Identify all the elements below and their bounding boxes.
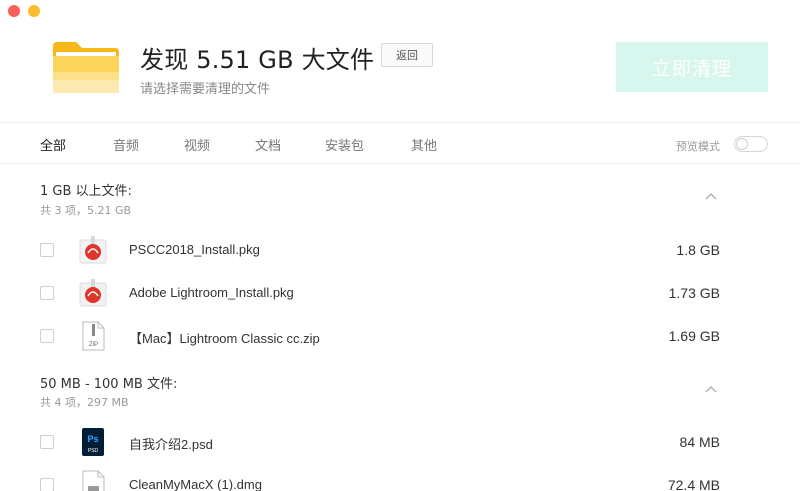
file-name: Adobe Lightroom_Install.pkg xyxy=(129,285,294,300)
file-name: PSCC2018_Install.pkg xyxy=(129,242,260,257)
group-summary: 共 4 项，297 MB xyxy=(40,396,129,409)
file-row[interactable]: Adobe Lightroom_Install.pkg 1.73 GB xyxy=(0,272,800,314)
file-checkbox[interactable] xyxy=(40,435,54,449)
svg-text:PSD: PSD xyxy=(88,448,99,454)
tab-documents[interactable]: 文档 xyxy=(255,135,281,154)
group-title: 1 GB 以上文件: xyxy=(40,184,132,199)
preview-mode-toggle[interactable] xyxy=(734,136,768,152)
file-checkbox[interactable] xyxy=(40,329,54,343)
file-row[interactable]: PSCC2018_Install.pkg 1.8 GB xyxy=(0,229,800,271)
group-title: 50 MB - 100 MB 文件: xyxy=(40,377,178,392)
page-subtitle: 请选择需要清理的文件 xyxy=(140,82,271,97)
chevron-up-icon[interactable] xyxy=(704,385,718,395)
toggle-knob xyxy=(736,138,748,150)
tab-video[interactable]: 视频 xyxy=(184,135,210,154)
group-summary: 共 3 项，5.21 GB xyxy=(40,204,132,217)
tab-installers[interactable]: 安装包 xyxy=(325,135,364,154)
zip-file-icon: ZIP xyxy=(82,321,105,351)
adobe-package-icon xyxy=(79,236,107,264)
folder-icon xyxy=(53,42,119,93)
file-row[interactable]: ZIP 【Mac】Lightroom Classic cc.zip 1.69 G… xyxy=(0,315,800,357)
svg-text:Ps: Ps xyxy=(87,434,98,444)
file-checkbox[interactable] xyxy=(40,478,54,491)
category-tabs: 全部 音频 视频 文档 安装包 其他 预览模式 xyxy=(0,122,800,164)
psd-file-icon: Ps PSD xyxy=(82,428,104,456)
dmg-file-icon xyxy=(82,470,105,491)
file-row[interactable]: CleanMyMacX (1).dmg 72.4 MB xyxy=(0,464,800,491)
preview-mode-label: 预览模式 xyxy=(676,140,720,153)
tab-all[interactable]: 全部 xyxy=(40,135,66,154)
file-size: 1.8 GB xyxy=(676,242,720,258)
file-name: 【Mac】Lightroom Classic cc.zip xyxy=(129,331,320,346)
file-size: 72.4 MB xyxy=(667,477,720,491)
window-titlebar xyxy=(0,0,800,24)
close-window-icon[interactable] xyxy=(8,5,20,17)
adobe-package-icon xyxy=(79,279,107,307)
file-name: CleanMyMacX (1).dmg xyxy=(129,477,262,491)
svg-text:ZIP: ZIP xyxy=(89,342,98,348)
file-size: 1.73 GB xyxy=(668,285,720,301)
page-title: 发现 5.51 GB 大文件 xyxy=(140,46,375,74)
clean-now-button[interactable]: 立即清理 xyxy=(616,42,768,92)
file-row[interactable]: Ps PSD 自我介绍2.psd 84 MB xyxy=(0,421,800,463)
file-checkbox[interactable] xyxy=(40,286,54,300)
tab-audio[interactable]: 音频 xyxy=(113,135,139,154)
file-size: 1.69 GB xyxy=(668,328,720,344)
file-size: 84 MB xyxy=(679,434,720,450)
file-name: 自我介绍2.psd xyxy=(129,437,213,452)
chevron-up-icon[interactable] xyxy=(704,192,718,202)
back-button[interactable]: 返回 xyxy=(381,43,433,67)
minimize-window-icon[interactable] xyxy=(28,5,40,17)
tab-other[interactable]: 其他 xyxy=(411,135,437,154)
file-checkbox[interactable] xyxy=(40,243,54,257)
